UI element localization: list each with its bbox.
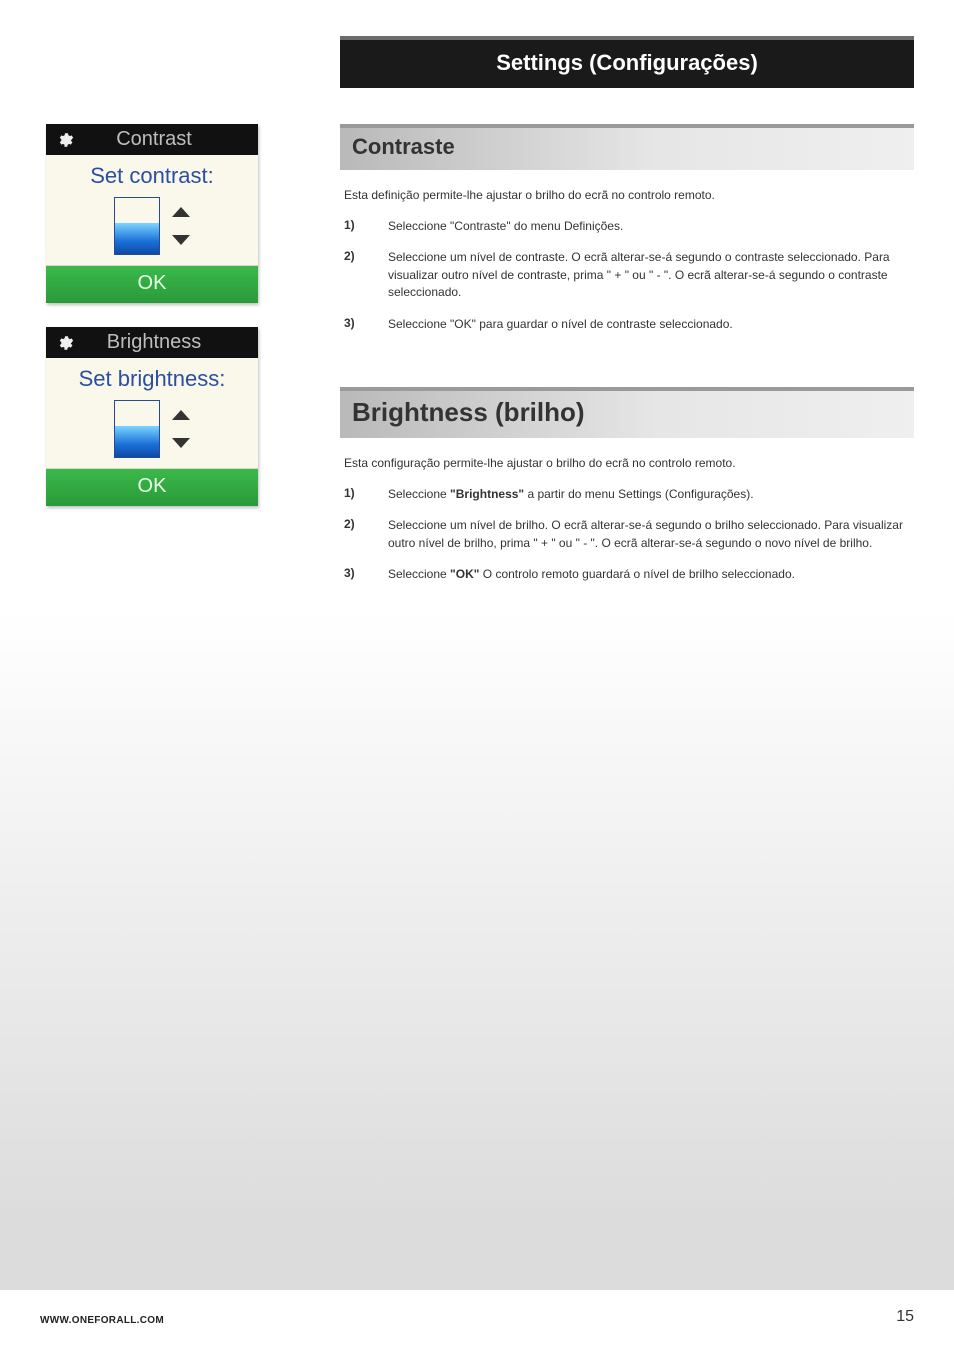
list-item: 1) Seleccione "Contraste" do menu Defini… [344, 218, 914, 235]
device-brightness-body-label: Set brightness: [54, 366, 250, 392]
contrast-ok-button[interactable]: OK [46, 265, 258, 303]
brightness-down-icon[interactable] [172, 438, 190, 448]
section-brightness-title: Brightness (brilho) [352, 397, 902, 428]
section-contraste-heading: Contraste [340, 124, 914, 170]
list-item: 3) Seleccione "OK" O controlo remoto gua… [344, 566, 914, 583]
step-post: O controlo remoto guardará o nível de br… [479, 567, 795, 581]
step-number: 1) [344, 486, 388, 503]
contrast-down-icon[interactable] [172, 235, 190, 245]
step-text: Seleccione um nível de brilho. O ecrã al… [388, 517, 914, 552]
step-post: a partir do menu Settings (Configurações… [524, 487, 753, 501]
brightness-steps: 1) Seleccione "Brightness" a partir do m… [344, 486, 914, 584]
step-text: Seleccione "Contraste" do menu Definiçõe… [388, 218, 914, 235]
step-text: Seleccione "Brightness" a partir do menu… [388, 486, 914, 503]
step-number: 3) [344, 316, 388, 333]
list-item: 2) Seleccione um nível de brilho. O ecrã… [344, 517, 914, 552]
device-brightness-header: Brightness [46, 327, 258, 358]
list-item: 1) Seleccione "Brightness" a partir do m… [344, 486, 914, 503]
step-number: 2) [344, 249, 388, 301]
step-text: Seleccione um nível de contraste. O ecrã… [388, 249, 914, 301]
step-number: 1) [344, 218, 388, 235]
footer-url: WWW.ONEFORALL.COM [40, 1315, 164, 1326]
contrast-up-icon[interactable] [172, 207, 190, 217]
list-item: 3) Seleccione "OK" para guardar o nível … [344, 316, 914, 333]
contraste-intro: Esta definição permite-lhe ajustar o bri… [344, 188, 914, 202]
list-item: 2) Seleccione um nível de contraste. O e… [344, 249, 914, 301]
step-text: Seleccione "OK" para guardar o nível de … [388, 316, 914, 333]
page-footer: WWW.ONEFORALL.COM 15 [40, 1308, 914, 1326]
device-contrast-body-label: Set contrast: [54, 163, 250, 189]
brightness-up-icon[interactable] [172, 410, 190, 420]
brightness-intro: Esta configuração permite-lhe ajustar o … [344, 456, 914, 470]
step-number: 2) [344, 517, 388, 552]
step-bold: "Brightness" [450, 487, 524, 501]
contraste-steps: 1) Seleccione "Contraste" do menu Defini… [344, 218, 914, 333]
section-brightness-heading: Brightness (brilho) [340, 387, 914, 438]
page-number: 15 [896, 1308, 914, 1326]
device-brightness-title: Brightness [78, 331, 252, 354]
brightness-level-indicator [114, 400, 160, 458]
device-brightness: Brightness Set brightness: OK [46, 327, 258, 506]
step-pre: Seleccione [388, 567, 450, 581]
device-contrast: Contrast Set contrast: OK [46, 124, 258, 303]
step-text: Seleccione "OK" O controlo remoto guarda… [388, 566, 914, 583]
step-pre: Seleccione [388, 487, 450, 501]
gear-icon [52, 131, 78, 149]
step-bold: "OK" [450, 567, 479, 581]
page-banner: Settings (Configurações) [340, 36, 914, 88]
device-contrast-header: Contrast [46, 124, 258, 155]
section-contraste-title: Contraste [352, 134, 902, 160]
device-contrast-title: Contrast [78, 128, 252, 151]
contrast-level-indicator [114, 197, 160, 255]
step-number: 3) [344, 566, 388, 583]
brightness-ok-button[interactable]: OK [46, 468, 258, 506]
gear-icon [52, 334, 78, 352]
